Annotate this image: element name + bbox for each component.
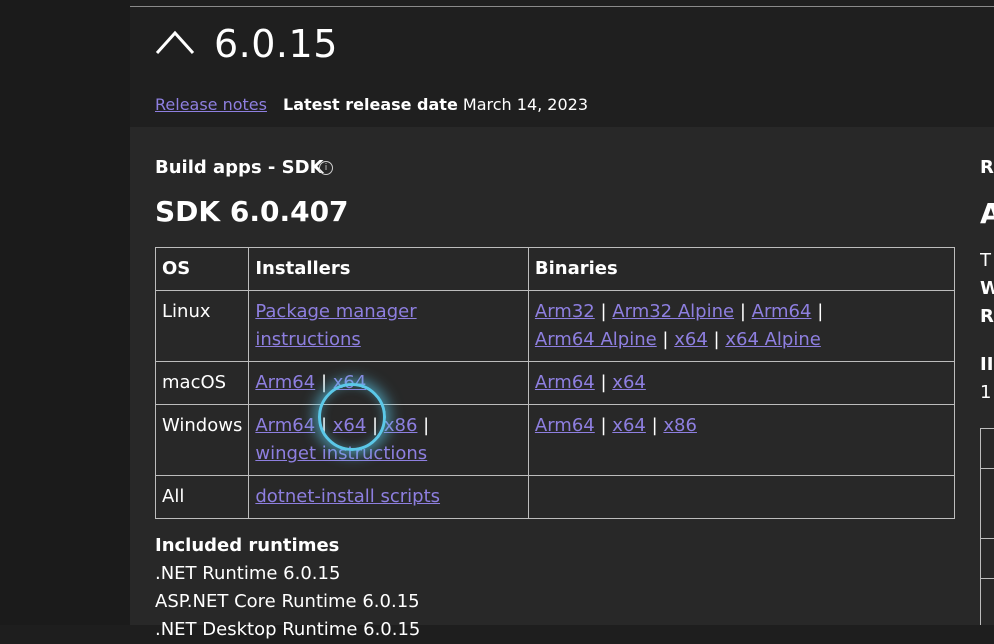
left-sidebar xyxy=(0,0,130,625)
separator: | xyxy=(423,415,430,436)
runtime-item: .NET Desktop Runtime 6.0.15 xyxy=(155,619,421,640)
windows-binary-x86-link[interactable]: x86 xyxy=(663,415,697,436)
windows-installer-x86-link[interactable]: x86 xyxy=(384,415,418,436)
right-fragment: R xyxy=(980,157,994,178)
right-fragment: II xyxy=(980,354,994,375)
latest-release: Latest release date March 14, 2023 xyxy=(283,95,588,114)
right-fragment: R xyxy=(980,306,994,327)
separator: | xyxy=(662,329,669,350)
table-row: Windows Arm64 | x64 | x86 | winget instr… xyxy=(154,404,956,476)
table-row: Linux Package manager instructions Arm32… xyxy=(154,290,956,362)
windows-binary-arm64-link[interactable]: Arm64 xyxy=(535,415,595,436)
dotnet-install-scripts-link[interactable]: dotnet-install scripts xyxy=(255,486,440,507)
binaries-cell: Arm32 | Arm32 Alpine | Arm64 | Arm64 Alp… xyxy=(527,290,956,362)
os-cell: All xyxy=(154,475,250,519)
col-header-binaries: Binaries xyxy=(527,247,956,291)
divider xyxy=(980,538,994,539)
installers-cell: Arm64 | x64 xyxy=(248,361,529,405)
right-fragment: W xyxy=(980,278,994,299)
package-manager-link[interactable]: Package manager instructions xyxy=(255,301,416,350)
included-runtimes-heading: Included runtimes xyxy=(155,535,340,556)
right-table-edge xyxy=(980,428,994,625)
os-cell: macOS xyxy=(154,361,250,405)
latest-release-date: March 14, 2023 xyxy=(462,95,589,114)
os-cell: Windows xyxy=(154,404,250,476)
runtime-column-clipped: R A T W R II 1 xyxy=(980,127,994,625)
separator: | xyxy=(739,301,746,322)
col-header-installers: Installers xyxy=(248,247,529,291)
section-title: Build apps - SDK xyxy=(155,157,324,178)
right-fragment: T xyxy=(980,250,991,271)
col-header-os: OS xyxy=(154,247,250,291)
right-fragment: 1 xyxy=(980,382,992,403)
os-cell: Linux xyxy=(154,290,250,362)
release-header: 6.0.15 Release notes Latest release date… xyxy=(130,0,994,127)
installers-cell: Arm64 | x64 | x86 | winget instructions xyxy=(248,404,529,476)
linux-arm64-alpine-link[interactable]: Arm64 Alpine xyxy=(535,329,657,350)
windows-installer-arm64-link[interactable]: Arm64 xyxy=(255,415,315,436)
binaries-cell: Arm64 | x64 | x86 xyxy=(527,404,956,476)
linux-arm32-alpine-link[interactable]: Arm32 Alpine xyxy=(612,301,734,322)
divider xyxy=(980,578,994,579)
version-title: 6.0.15 xyxy=(214,22,338,66)
separator: | xyxy=(817,301,824,322)
linux-x64-alpine-link[interactable]: x64 Alpine xyxy=(725,329,821,350)
sdk-downloads-table: OS Installers Binaries Linux Package man… xyxy=(154,247,956,519)
binaries-cell xyxy=(527,475,956,519)
included-runtimes: Included runtimes .NET Runtime 6.0.15 AS… xyxy=(155,532,420,644)
latest-release-label: Latest release date xyxy=(283,95,458,114)
table-row: All dotnet-install scripts xyxy=(154,475,956,519)
runtime-item: .NET Runtime 6.0.15 xyxy=(155,563,341,584)
cursor-highlight xyxy=(318,383,386,451)
runtime-item: ASP.NET Core Runtime 6.0.15 xyxy=(155,591,420,612)
chevron-up-icon[interactable] xyxy=(155,29,195,55)
separator: | xyxy=(320,372,328,393)
installers-cell: dotnet-install scripts xyxy=(248,475,529,519)
separator: | xyxy=(600,301,607,322)
installers-cell: Package manager instructions xyxy=(248,290,529,362)
linux-arm64-link[interactable]: Arm64 xyxy=(752,301,812,322)
macos-binary-arm64-link[interactable]: Arm64 xyxy=(535,372,595,393)
release-notes-link[interactable]: Release notes xyxy=(155,95,267,114)
separator: | xyxy=(651,415,658,436)
divider xyxy=(980,468,994,469)
macos-binary-x64-link[interactable]: x64 xyxy=(612,372,646,393)
linux-x64-link[interactable]: x64 xyxy=(674,329,708,350)
windows-binary-x64-link[interactable]: x64 xyxy=(612,415,646,436)
right-fragment: A xyxy=(980,197,994,230)
linux-arm32-link[interactable]: Arm32 xyxy=(535,301,595,322)
sdk-panel: Build apps - SDK i SDK 6.0.407 OS Instal… xyxy=(130,127,994,640)
sdk-title: SDK 6.0.407 xyxy=(155,195,349,228)
separator: | xyxy=(600,415,607,436)
binaries-cell: Arm64 | x64 xyxy=(527,361,956,405)
header-divider xyxy=(130,6,994,7)
macos-installer-arm64-link[interactable]: Arm64 xyxy=(255,372,315,393)
table-row: macOS Arm64 | x64 Arm64 | x64 xyxy=(154,361,956,405)
separator: | xyxy=(713,329,720,350)
table-header-row: OS Installers Binaries xyxy=(154,247,956,291)
info-icon[interactable]: i xyxy=(319,161,333,175)
separator: | xyxy=(600,372,607,393)
